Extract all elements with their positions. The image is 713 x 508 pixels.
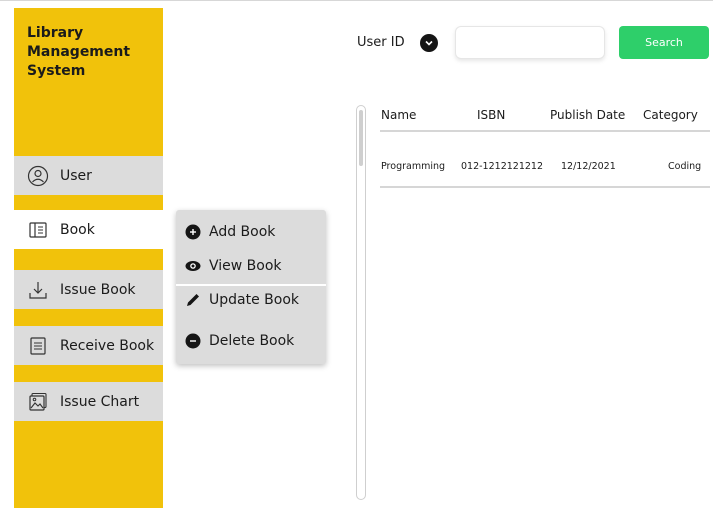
book-submenu: Add Book View Book Update Book Delete Bo… [176,210,326,364]
sidebar-item-label: User [60,167,92,184]
user-id-dropdown[interactable] [420,34,438,52]
sidebar-item-book[interactable]: Book [14,210,163,249]
menu-item-label: Add Book [209,224,276,240]
column-header-isbn: ISBN [477,108,506,122]
column-header-name: Name [381,108,417,122]
plus-circle-icon [185,224,201,240]
menu-item-label: Delete Book [209,333,295,349]
sidebar-item-receive-book[interactable]: Receive Book [14,326,163,365]
user-id-label: User ID [357,35,405,50]
image-icon [27,391,49,413]
row-divider [380,186,710,188]
menu-divider [176,284,326,286]
menu-item-label: View Book [209,258,282,274]
sidebar-item-issue-book[interactable]: Issue Book [14,270,163,309]
sidebar: Library Management System User Book Issu… [14,8,163,508]
search-button[interactable]: Search [619,26,709,59]
column-header-publish-date: Publish Date [550,108,626,122]
table-cell: Coding [668,161,702,172]
menu-item-add-book[interactable]: Add Book [185,224,275,240]
menu-item-view-book[interactable]: View Book [185,258,282,274]
minus-circle-icon [185,333,201,349]
sidebar-item-label: Receive Book [60,337,155,354]
sidebar-item-label: Issue Book [60,281,136,298]
table-cell: 012-1212121212 [461,161,544,172]
eye-icon [185,258,201,274]
user-id-input[interactable] [455,26,605,59]
header-divider [380,130,710,132]
pencil-icon [185,292,201,308]
top-border [0,0,713,1]
book-icon [27,219,49,241]
sidebar-item-label: Book [60,221,95,238]
menu-item-label: Update Book [209,292,299,308]
menu-item-delete-book[interactable]: Delete Book [185,333,294,349]
scrollbar-thumb[interactable] [359,110,363,166]
scrollbar[interactable] [356,105,366,500]
table-cell: 12/12/2021 [561,161,616,172]
user-icon [27,165,49,187]
chevron-down-icon [424,38,434,48]
document-icon [27,335,49,357]
sidebar-item-label: Issue Chart [60,393,140,410]
menu-item-update-book[interactable]: Update Book [185,292,299,308]
app-title: Library Management System [27,25,131,79]
column-header-category: Category [643,108,698,122]
download-icon [27,279,49,301]
table-cell: Programming [381,161,446,172]
sidebar-item-issue-chart[interactable]: Issue Chart [14,382,163,421]
sidebar-item-user[interactable]: User [14,156,163,195]
